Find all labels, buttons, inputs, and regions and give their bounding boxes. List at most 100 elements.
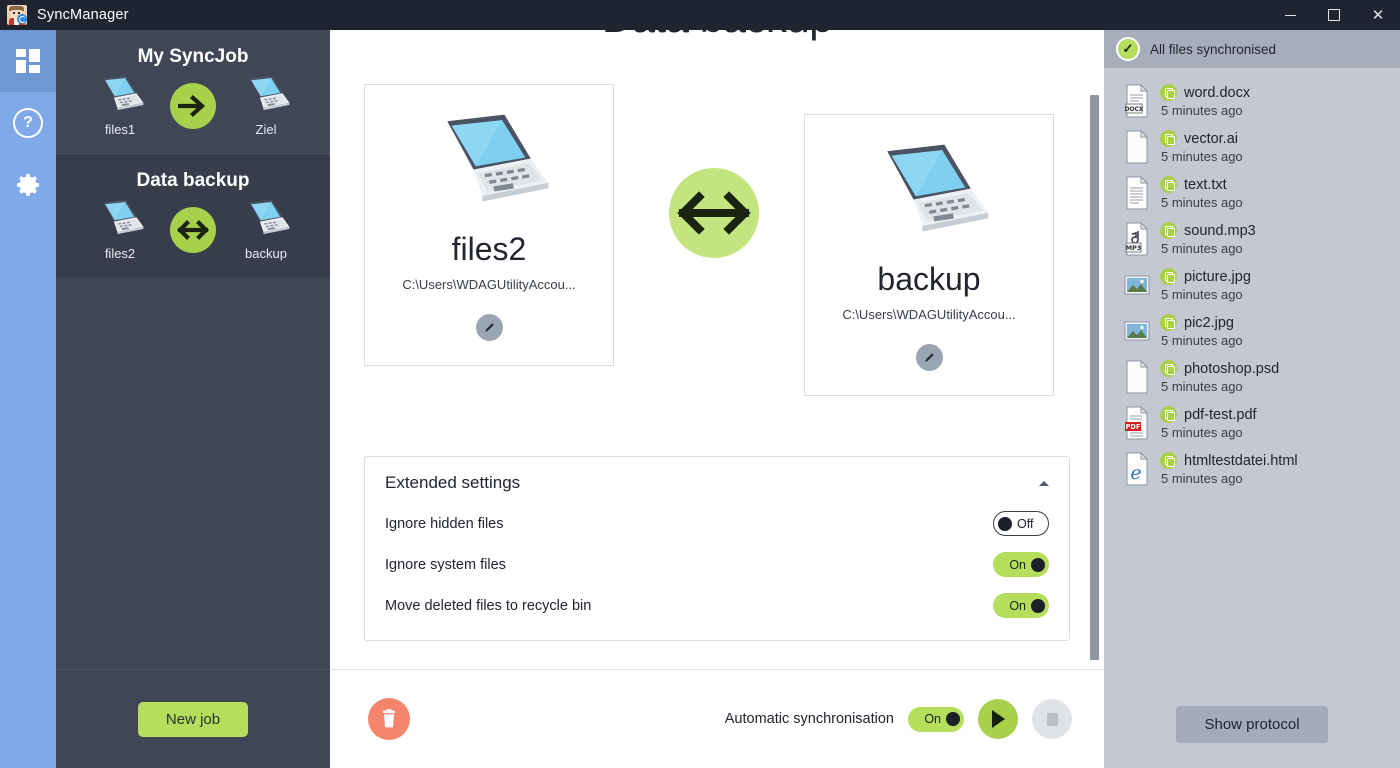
job-target-label: Ziel bbox=[255, 122, 277, 137]
toggle-state: On bbox=[924, 712, 941, 726]
one-way-right-arrow-icon bbox=[170, 82, 216, 129]
toggle-ignore-system-files[interactable]: On bbox=[993, 552, 1049, 577]
setting-move-deleted-to-recycle-bin: Move deleted files to recycle bin On bbox=[365, 585, 1069, 640]
list-item[interactable]: MP3 sound.mp3 5 minutes ago bbox=[1104, 216, 1400, 262]
image-file-icon bbox=[1122, 268, 1152, 302]
toggle-state: On bbox=[1009, 557, 1026, 572]
window-controls: ✕ bbox=[1268, 0, 1400, 30]
automatic-sync-label: Automatic synchronisation bbox=[724, 711, 894, 727]
job-source-node: files1 bbox=[88, 74, 152, 137]
sync-badge-icon bbox=[1160, 268, 1177, 285]
toggle-move-deleted-to-recycle-bin[interactable]: On bbox=[993, 593, 1049, 618]
file-name: htmltestdatei.html bbox=[1184, 452, 1298, 469]
toggle-knob bbox=[1031, 598, 1045, 613]
close-icon[interactable]: ✕ bbox=[1356, 0, 1400, 30]
list-item[interactable]: vector.ai 5 minutes ago bbox=[1104, 124, 1400, 170]
list-item[interactable]: picture.jpg 5 minutes ago bbox=[1104, 262, 1400, 308]
file-meta: vector.ai 5 minutes ago bbox=[1160, 130, 1243, 164]
pencil-icon bbox=[484, 323, 494, 332]
file-name: word.docx bbox=[1184, 84, 1251, 101]
laptop-icon bbox=[103, 199, 144, 235]
list-item[interactable]: e htmltestdatei.html 5 minutes ago bbox=[1104, 446, 1400, 492]
job-list-footer: New job bbox=[56, 669, 330, 768]
file-time: 5 minutes ago bbox=[1161, 379, 1243, 394]
stop-icon bbox=[1046, 712, 1058, 726]
file-meta: sound.mp3 5 minutes ago bbox=[1160, 222, 1256, 256]
list-item[interactable]: photoshop.psd 5 minutes ago bbox=[1104, 354, 1400, 400]
svg-text:MP3: MP3 bbox=[1126, 244, 1142, 252]
edit-target-button[interactable] bbox=[915, 344, 943, 371]
file-time: 5 minutes ago bbox=[1161, 241, 1243, 256]
file-name: text.txt bbox=[1184, 176, 1227, 193]
extended-settings-header[interactable]: Extended settings bbox=[365, 457, 1069, 503]
job-source-label: files1 bbox=[104, 122, 136, 137]
file-panel-footer: Show protocol bbox=[1104, 680, 1400, 768]
file-name-line: pic2.jpg bbox=[1160, 314, 1243, 331]
file-meta: pdf-test.pdf 5 minutes ago bbox=[1160, 406, 1257, 440]
app-icon bbox=[7, 5, 27, 25]
start-sync-button[interactable] bbox=[978, 699, 1018, 739]
check-circle-icon: ✓ bbox=[1116, 37, 1140, 61]
maximize-icon[interactable] bbox=[1312, 0, 1356, 30]
list-item[interactable]: PDF pdf-test.pdf 5 minutes ago bbox=[1104, 400, 1400, 446]
sync-direction-indicator bbox=[669, 168, 759, 258]
caret-up-icon[interactable] bbox=[1039, 480, 1049, 486]
file-meta: picture.jpg 5 minutes ago bbox=[1160, 268, 1251, 302]
job-source-node: files2 bbox=[88, 198, 152, 261]
source-card[interactable]: files2 C:\Users\WDAGUtilityAccou... bbox=[364, 84, 614, 366]
sync-badge-icon bbox=[1160, 130, 1177, 147]
dashboard-grid-icon bbox=[16, 49, 40, 73]
toggle-ignore-hidden-files[interactable]: Off bbox=[993, 511, 1049, 536]
list-item[interactable]: text.txt 5 minutes ago bbox=[1104, 170, 1400, 216]
show-protocol-button[interactable]: Show protocol bbox=[1176, 705, 1328, 743]
file-time: 5 minutes ago bbox=[1161, 149, 1243, 164]
file-time: 5 minutes ago bbox=[1161, 333, 1243, 348]
file-name-line: word.docx bbox=[1160, 84, 1250, 101]
sidebar-item-help[interactable]: ? bbox=[0, 92, 56, 154]
minimize-icon[interactable] bbox=[1268, 0, 1312, 30]
file-meta: photoshop.psd 5 minutes ago bbox=[1160, 360, 1279, 394]
delete-job-button[interactable] bbox=[368, 698, 410, 740]
file-time: 5 minutes ago bbox=[1161, 287, 1243, 302]
new-job-button[interactable]: New job bbox=[137, 701, 249, 737]
job-row: files2 backup bbox=[56, 198, 330, 261]
setting-ignore-hidden-files: Ignore hidden files Off bbox=[365, 503, 1069, 544]
file-meta: text.txt 5 minutes ago bbox=[1160, 176, 1243, 210]
help-question-icon: ? bbox=[13, 108, 43, 138]
main-scrollbar[interactable] bbox=[1090, 95, 1099, 660]
job-list-sidebar: My SyncJob files1 Ziel Data backup files… bbox=[56, 30, 330, 768]
svg-text:PDF: PDF bbox=[1126, 423, 1141, 431]
target-card[interactable]: backup C:\Users\WDAGUtilityAccou... bbox=[804, 114, 1054, 396]
toggle-automatic-synchronisation[interactable]: On bbox=[908, 706, 964, 732]
sidebar-item-settings[interactable] bbox=[0, 154, 56, 216]
html-file-icon: e bbox=[1122, 451, 1152, 486]
two-way-arrow-icon bbox=[170, 206, 216, 253]
image-file-icon bbox=[1122, 314, 1152, 348]
synced-file-list[interactable]: DOCX word.docx 5 minutes ago vector.ai 5… bbox=[1104, 68, 1400, 718]
file-name: sound.mp3 bbox=[1184, 222, 1256, 239]
laptop-icon bbox=[887, 144, 989, 232]
job-card-data-backup[interactable]: Data backup files2 backup bbox=[56, 154, 330, 277]
list-item[interactable]: pic2.jpg 5 minutes ago bbox=[1104, 308, 1400, 354]
stop-sync-button[interactable] bbox=[1032, 699, 1072, 739]
setting-label: Ignore hidden files bbox=[385, 515, 504, 532]
svg-text:DOCX: DOCX bbox=[1124, 106, 1143, 113]
sync-badge-icon bbox=[1160, 84, 1177, 101]
job-source-label: files2 bbox=[104, 246, 136, 261]
edit-source-button[interactable] bbox=[475, 314, 503, 341]
file-name: vector.ai bbox=[1184, 130, 1238, 147]
sync-badge-icon bbox=[1160, 360, 1177, 377]
nav-rail: ? bbox=[0, 30, 56, 768]
play-icon bbox=[992, 710, 1005, 728]
file-name-line: vector.ai bbox=[1160, 130, 1243, 147]
list-item[interactable]: DOCX word.docx 5 minutes ago bbox=[1104, 78, 1400, 124]
sidebar-item-dashboard[interactable] bbox=[0, 30, 56, 92]
file-time: 5 minutes ago bbox=[1161, 425, 1243, 440]
mp3-file-icon: MP3 bbox=[1122, 221, 1152, 256]
page-title: Data backup bbox=[330, 30, 1104, 42]
blank-file-icon bbox=[1122, 359, 1152, 394]
source-name: files2 bbox=[451, 231, 527, 267]
sync-badge-icon bbox=[1160, 314, 1177, 331]
job-card-my-syncjob[interactable]: My SyncJob files1 Ziel bbox=[56, 30, 330, 153]
source-illustration bbox=[365, 85, 613, 229]
